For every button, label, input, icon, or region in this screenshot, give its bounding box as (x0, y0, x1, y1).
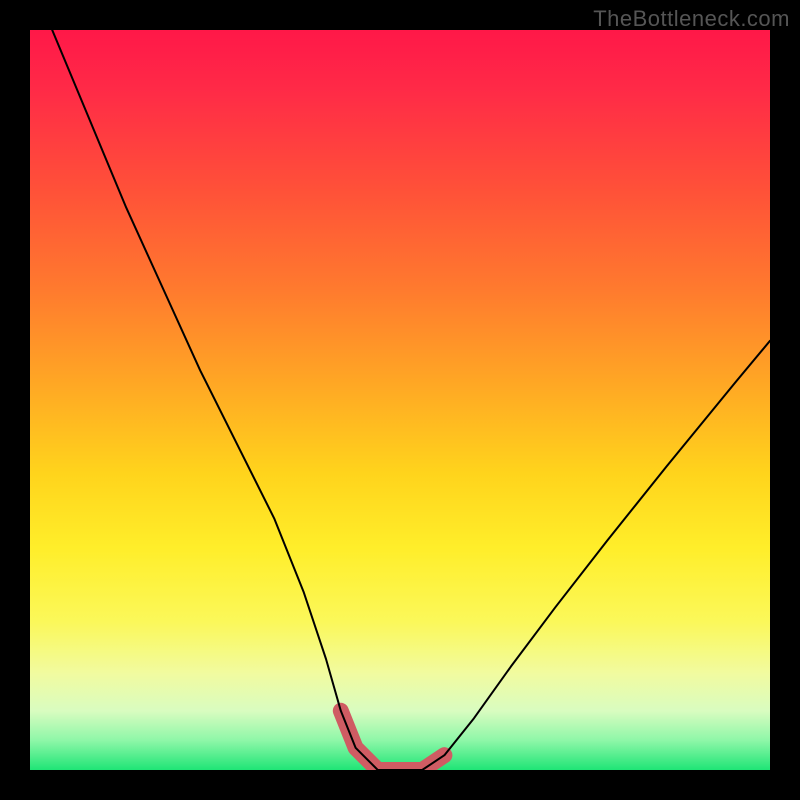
chart-frame: TheBottleneck.com (0, 0, 800, 800)
plot-area (30, 30, 770, 770)
optimal-flat-segment (341, 711, 445, 770)
chart-svg (30, 30, 770, 770)
watermark-text: TheBottleneck.com (593, 6, 790, 32)
bottleneck-curve (52, 30, 770, 770)
